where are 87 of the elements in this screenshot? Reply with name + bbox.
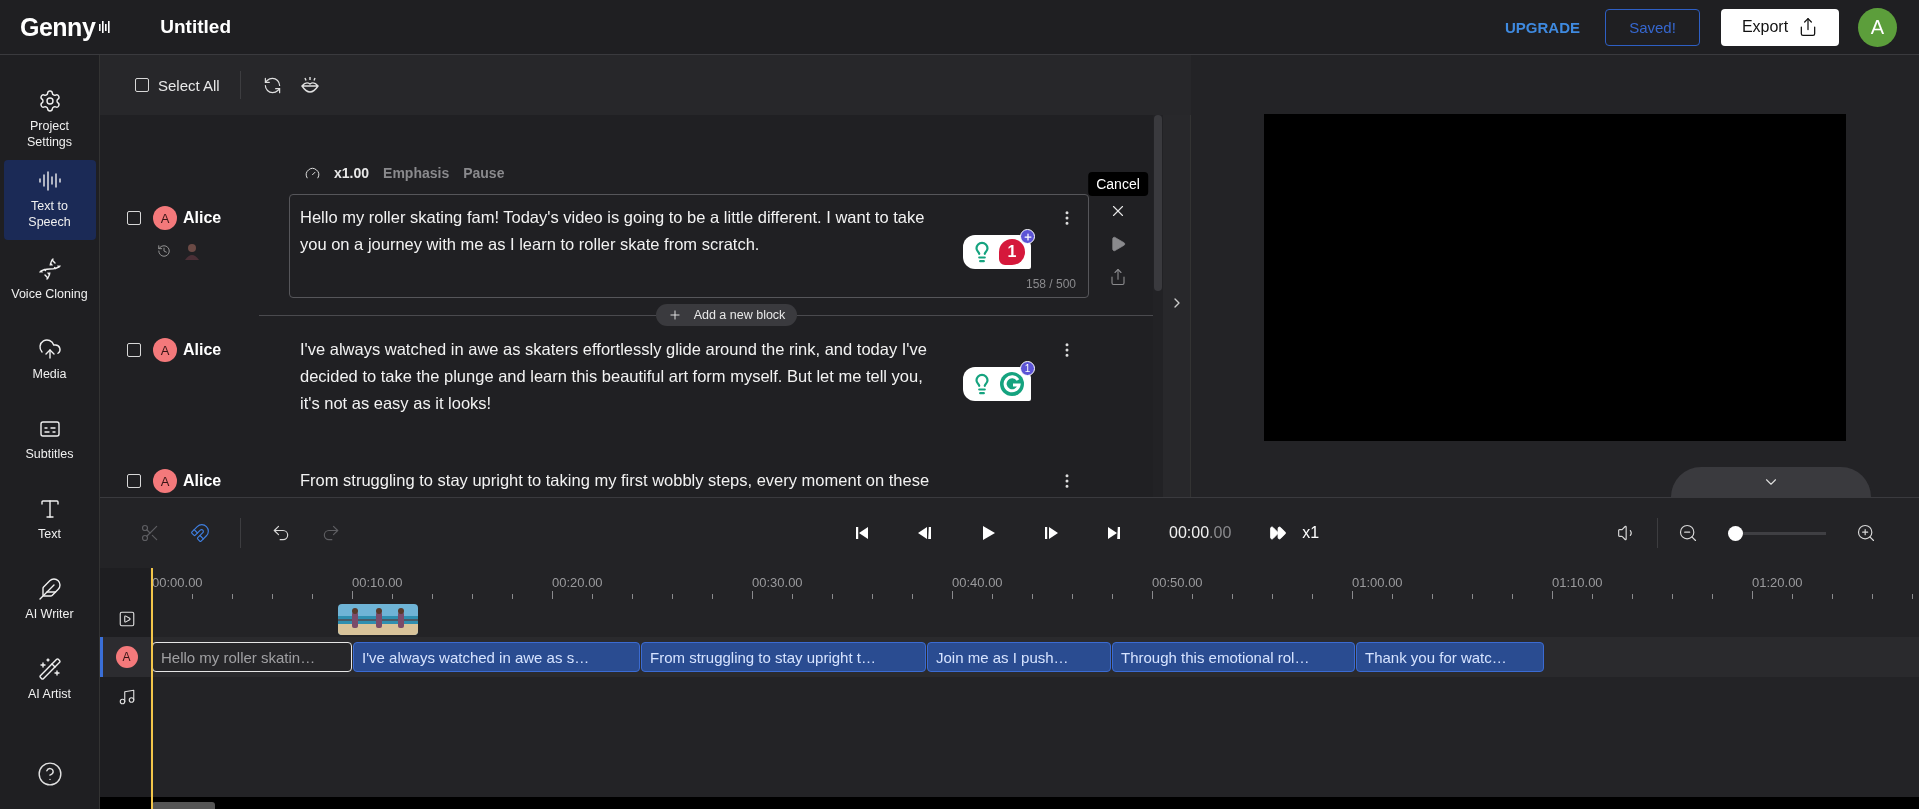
timeline-clip[interactable]: Thank you for watc…	[1356, 642, 1544, 672]
app-logo: Genny	[20, 12, 96, 42]
speaker-name[interactable]: Alice	[183, 472, 222, 490]
music-note-icon	[117, 688, 136, 706]
speaker-name[interactable]: Alice	[183, 341, 222, 359]
sidebar-item[interactable]: Media	[3, 320, 96, 400]
cloud-upload-icon	[37, 337, 62, 362]
logo-icon	[999, 371, 1025, 397]
sidebar-item[interactable]: Text to Speech	[3, 160, 96, 240]
tooltip: Cancel	[1088, 172, 1148, 196]
ruler-label: 01:00.00	[1352, 575, 1404, 590]
video-track-icon	[117, 610, 136, 628]
project-title[interactable]: Untitled	[160, 16, 231, 38]
timeline-clip[interactable]: Through this emotional rol…	[1112, 642, 1355, 672]
speaker-avatar: A	[153, 469, 177, 493]
sidebar-item[interactable]: Voice Cloning	[3, 240, 96, 320]
skip-forward-icon	[1105, 524, 1123, 542]
speaker-avatar: A	[153, 206, 177, 230]
help-button[interactable]	[36, 761, 63, 787]
feather-icon	[37, 577, 62, 602]
magnet-icon[interactable]	[190, 523, 210, 543]
magic-wand-icon	[37, 657, 62, 682]
block-text: Hello my roller skating fam! Today's video is going to be a little different. I want to take you on a journey with me as I learn to roller skate from scratch.	[300, 207, 925, 255]
zoom-out-icon[interactable]	[1678, 523, 1698, 543]
sidebar-item[interactable]: Project Settings	[3, 80, 96, 160]
block-checkbox[interactable]	[127, 211, 141, 225]
block-text: From struggling to stay upright to taking my first wobbly steps, every moment on these	[300, 470, 930, 491]
slider-thumb[interactable]	[1728, 525, 1743, 541]
speaker-avatar: A	[115, 646, 138, 668]
time-display: 00:00.00	[1169, 524, 1232, 542]
step-back-icon	[916, 524, 934, 542]
sidebar-item[interactable]: AI Writer	[3, 560, 96, 640]
sidebar-item[interactable]: Subtitles	[3, 400, 96, 480]
plus-icon	[1020, 229, 1035, 244]
history-icon	[157, 244, 171, 258]
voice-avatar-icon	[184, 242, 200, 260]
block-text: I've always watched in awe as skaters effortlessly glide around the rink, and today I've decided to take the plunge and learn this beautiful art form myself. But let me tell you, it's not as easy as it looks!	[300, 339, 927, 414]
ruler-label: 01:10.00	[1552, 575, 1604, 590]
share-icon[interactable]	[1109, 268, 1127, 286]
gear-icon	[37, 89, 62, 114]
upgrade-link[interactable]: UPGRADE	[1505, 18, 1580, 36]
sound-wave-icon	[37, 169, 62, 194]
text-block[interactable]: From struggling to stay upright to taking my first wobbly steps, every moment on these	[289, 457, 1089, 497]
select-all-label: Select All	[158, 76, 220, 94]
wave-icon	[98, 20, 111, 34]
speaker-name[interactable]: Alice	[183, 209, 222, 227]
skip-back-icon	[853, 524, 871, 542]
refresh-icon[interactable]	[262, 75, 282, 95]
ruler-label: 00:10.00	[352, 575, 404, 590]
timeline-clip[interactable]: Hello my roller skatin…	[152, 642, 352, 672]
playback-speed[interactable]: x1	[1302, 524, 1320, 542]
plus-icon	[667, 308, 682, 322]
sidebar-item[interactable]: AI Artist	[3, 640, 96, 720]
ruler-label: 00:50.00	[1152, 575, 1204, 590]
ruler-label: 01:20.00	[1752, 575, 1804, 590]
timeline-clip[interactable]: Join me as I push…	[927, 642, 1111, 672]
speed-icon	[305, 165, 320, 181]
emphasis-option[interactable]: Emphasis	[383, 165, 450, 181]
zoom-in-icon[interactable]	[1856, 523, 1876, 543]
sidebar-item[interactable]: Text	[3, 480, 96, 560]
pause-option[interactable]: Pause	[463, 165, 505, 181]
ruler-label: 00:20.00	[552, 575, 604, 590]
play-icon[interactable]	[1109, 235, 1127, 253]
ruler-label: 00:30.00	[752, 575, 804, 590]
undo-icon[interactable]	[271, 523, 291, 543]
timeline-clip[interactable]: I've always watched in awe as s…	[353, 642, 640, 672]
character-counter: 158 / 500	[1025, 277, 1076, 291]
scrollbar-thumb[interactable]	[1154, 115, 1162, 291]
alert-count: 1	[999, 239, 1025, 265]
scrollbar-thumb[interactable]	[152, 802, 215, 809]
select-all-checkbox[interactable]	[135, 78, 149, 92]
step-forward-icon	[1042, 524, 1060, 542]
add-block-button[interactable]: Add a new block	[655, 304, 798, 326]
lips-icon[interactable]	[299, 76, 320, 94]
ruler-label: 00:40.00	[952, 575, 1004, 590]
fast-forward-icon[interactable]	[1269, 524, 1288, 542]
notification-count: 1	[1020, 361, 1035, 376]
timeline-clip[interactable]: From struggling to stay upright t…	[641, 642, 926, 672]
dna-icon	[37, 257, 62, 282]
ruler-label: 00:00.00	[152, 575, 204, 590]
writing-assistant-widget[interactable]: 1	[963, 235, 1031, 269]
speed-value[interactable]: x1.00	[334, 165, 370, 181]
export-button[interactable]: Export	[1721, 8, 1839, 46]
text-input[interactable]: Hello my roller skating fam! Today's video is going to be a little different. I want to take you on a journey with me as I learn to roller skate from scratch. 158 / 500 1	[289, 194, 1089, 298]
speaker-avatar: A	[153, 338, 177, 362]
block-checkbox[interactable]	[127, 343, 141, 357]
block-checkbox[interactable]	[127, 474, 141, 488]
